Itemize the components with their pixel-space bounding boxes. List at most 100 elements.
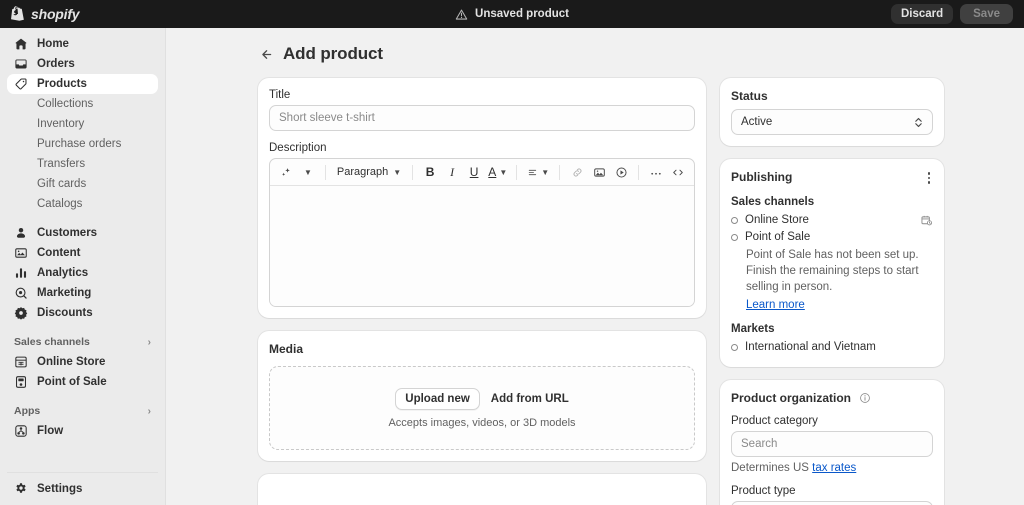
sidebar-item-home[interactable]: Home bbox=[7, 34, 158, 54]
product-category-input[interactable] bbox=[731, 430, 933, 457]
market-bullet-icon bbox=[731, 343, 738, 351]
underline-button[interactable]: U bbox=[464, 162, 484, 182]
sidebar-item-label: Customers bbox=[37, 227, 98, 239]
sidebar-item-marketing[interactable]: Marketing bbox=[7, 283, 158, 303]
sidebar-item-label: Settings bbox=[37, 483, 83, 495]
status-select[interactable]: Active bbox=[731, 109, 933, 135]
italic-label: I bbox=[450, 164, 455, 179]
tax-rates-note: Determines US tax rates bbox=[731, 462, 933, 474]
bold-button[interactable]: B bbox=[420, 162, 440, 182]
more-horizontal-icon[interactable] bbox=[646, 162, 666, 182]
toolbar-divider bbox=[412, 164, 414, 180]
sidebar-item-customers[interactable]: Customers bbox=[7, 223, 158, 243]
publishing-title: Publishing bbox=[731, 170, 793, 184]
underline-label: U bbox=[469, 165, 479, 179]
product-organization-header: Product organization bbox=[731, 391, 933, 407]
toolbar-divider bbox=[325, 164, 326, 180]
product-tag-icon bbox=[15, 78, 27, 90]
info-circle-icon[interactable] bbox=[859, 392, 871, 407]
back-arrow-icon[interactable] bbox=[258, 47, 273, 62]
description-editor: ▼ Paragraph ▼ B I U A ▼ ▼ bbox=[269, 158, 695, 307]
shopify-brand[interactable]: shopify bbox=[0, 6, 166, 22]
block-format-select[interactable]: Paragraph ▼ bbox=[333, 162, 405, 182]
discard-button[interactable]: Discard bbox=[890, 4, 954, 24]
sidebar-item-label: Marketing bbox=[37, 287, 92, 299]
more-vertical-icon[interactable] bbox=[925, 170, 934, 186]
left-column: Title Description bbox=[258, 78, 706, 505]
save-button[interactable]: Save bbox=[960, 4, 1013, 24]
magic-sparkle-icon[interactable] bbox=[276, 162, 296, 182]
text-align-icon[interactable]: ▼ bbox=[524, 162, 552, 182]
product-category-label: Product category bbox=[731, 414, 818, 427]
sidebar-subitem-label: Transfers bbox=[37, 158, 86, 170]
brand-name: shopify bbox=[31, 6, 80, 22]
next-card-partial bbox=[258, 474, 706, 505]
publishing-card: Publishing Sales channels Online Store P… bbox=[720, 159, 944, 367]
sidebar-item-point-of-sale[interactable]: Point of Sale bbox=[7, 372, 158, 392]
sidebar-item-collections[interactable]: Collections bbox=[7, 94, 158, 114]
sidebar-item-label: Online Store bbox=[37, 356, 106, 368]
sidebar-item-catalogs[interactable]: Catalogs bbox=[7, 194, 158, 214]
link-icon[interactable] bbox=[567, 162, 587, 182]
channel-bullet-icon bbox=[731, 216, 738, 224]
sidebar-item-label: Analytics bbox=[37, 267, 89, 279]
text-color-label: A bbox=[488, 165, 497, 179]
italic-button[interactable]: I bbox=[442, 162, 462, 182]
product-type-label: Product type bbox=[731, 484, 796, 497]
sidebar-section-sales-channels[interactable]: Sales channels › bbox=[7, 332, 158, 352]
product-details-card: Title Description bbox=[258, 78, 706, 318]
learn-more-wrap: Learn more bbox=[731, 297, 933, 313]
tax-rates-link[interactable]: tax rates bbox=[812, 462, 856, 474]
insert-image-icon[interactable] bbox=[589, 162, 609, 182]
flow-app-icon bbox=[15, 425, 27, 437]
toolbar-divider bbox=[638, 164, 639, 180]
insert-video-icon[interactable] bbox=[611, 162, 631, 182]
sales-channels-label: Sales channels bbox=[731, 195, 815, 208]
sidebar-item-content[interactable]: Content bbox=[7, 243, 158, 263]
sidebar-item-gift-cards[interactable]: Gift cards bbox=[7, 174, 158, 194]
sidebar-item-flow[interactable]: Flow bbox=[7, 421, 158, 441]
sidebar-section-apps[interactable]: Apps › bbox=[7, 401, 158, 421]
toolbar-divider bbox=[559, 164, 561, 180]
market-row-international-vietnam[interactable]: International and Vietnam bbox=[731, 339, 933, 356]
schedule-calendar-icon[interactable] bbox=[920, 214, 933, 227]
sidebar-item-label: Home bbox=[37, 38, 69, 50]
status-select-wrap: Active bbox=[731, 109, 933, 135]
sidebar-item-transfers[interactable]: Transfers bbox=[7, 154, 158, 174]
sidebar-item-online-store[interactable]: Online Store bbox=[7, 352, 158, 372]
media-dropzone[interactable]: Upload new Add from URL Accepts images, … bbox=[269, 366, 695, 450]
discount-icon bbox=[14, 307, 28, 320]
home-icon bbox=[15, 38, 27, 50]
description-text-area[interactable] bbox=[270, 186, 694, 306]
sidebar-item-orders[interactable]: Orders bbox=[7, 54, 158, 74]
sidebar-subitem-label: Purchase orders bbox=[37, 138, 122, 150]
upload-new-button[interactable]: Upload new bbox=[395, 387, 480, 410]
status-value: Active bbox=[741, 116, 773, 128]
code-view-icon[interactable] bbox=[668, 162, 688, 182]
channel-bullet-icon bbox=[731, 233, 738, 241]
learn-more-link[interactable]: Learn more bbox=[746, 299, 805, 311]
gear-icon bbox=[16, 483, 26, 493]
sidebar-item-label: Content bbox=[37, 247, 81, 259]
product-organization-card: Product organization Product category Se… bbox=[720, 379, 944, 505]
add-from-url-button[interactable]: Add from URL bbox=[491, 393, 569, 405]
sidebar-item-analytics[interactable]: Analytics bbox=[7, 263, 158, 283]
sidebar-item-products[interactable]: Products bbox=[7, 74, 158, 94]
page-header: Add product bbox=[166, 44, 1024, 78]
product-type-input[interactable] bbox=[731, 500, 933, 505]
magic-menu-chevron-down-icon[interactable]: ▼ bbox=[298, 162, 318, 182]
main-content: Add product Title Description bbox=[166, 28, 1024, 505]
page-title: Add product bbox=[283, 44, 383, 63]
product-title-input[interactable] bbox=[269, 105, 695, 131]
text-color-button[interactable]: A ▼ bbox=[486, 162, 509, 182]
sidebar-item-label: Orders bbox=[37, 58, 75, 70]
media-hint: Accepts images, videos, or 3D models bbox=[388, 416, 576, 429]
channel-row-point-of-sale[interactable]: Point of Sale bbox=[731, 229, 933, 246]
storefront-icon bbox=[15, 356, 27, 368]
sidebar-item-settings[interactable]: Settings bbox=[7, 479, 158, 499]
channel-row-online-store[interactable]: Online Store bbox=[731, 212, 933, 229]
field-spacer bbox=[269, 131, 695, 142]
sidebar-item-discounts[interactable]: Discounts bbox=[7, 303, 158, 323]
sidebar-item-inventory[interactable]: Inventory bbox=[7, 114, 158, 134]
sidebar-item-purchase-orders[interactable]: Purchase orders bbox=[7, 134, 158, 154]
